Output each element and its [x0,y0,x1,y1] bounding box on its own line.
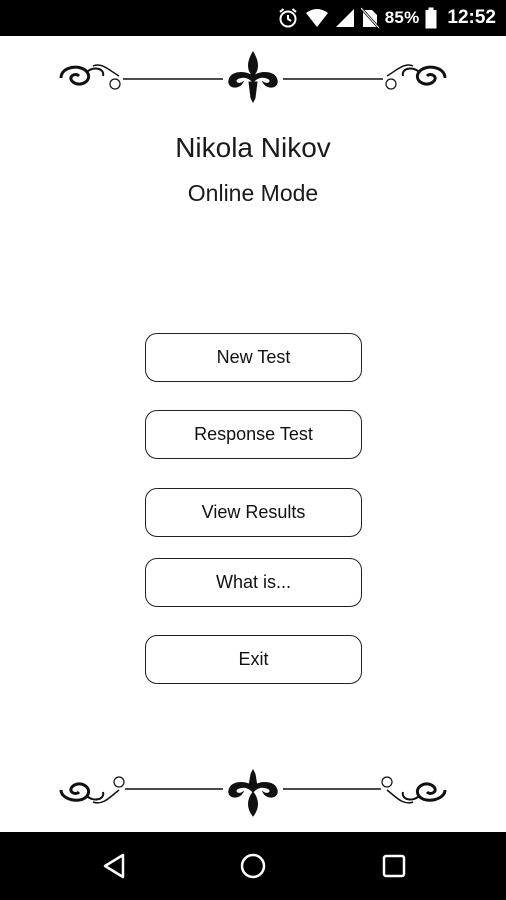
cell-signal-icon [335,6,355,30]
wifi-icon [305,6,329,30]
status-time: 12:52 [447,7,496,28]
what-is-button[interactable]: What is... [145,558,362,607]
alarm-icon [277,6,299,30]
home-icon[interactable] [235,848,271,884]
ornament-divider-bottom [53,760,453,820]
user-name: Nikola Nikov [175,132,331,163]
back-icon[interactable] [96,848,132,884]
no-sim-icon [360,6,379,30]
battery-icon [425,6,437,30]
status-bar: 85% 12:52 [0,0,506,36]
battery-percent: 85% [384,8,420,27]
ornament-divider-top [53,46,453,106]
recents-icon[interactable] [376,848,412,884]
navigation-bar [0,832,506,900]
mode-label: Online Mode [187,180,319,206]
response-test-button[interactable]: Response Test [145,410,362,459]
view-results-button[interactable]: View Results [145,488,362,537]
exit-button[interactable]: Exit [145,635,362,684]
new-test-button[interactable]: New Test [145,333,362,382]
